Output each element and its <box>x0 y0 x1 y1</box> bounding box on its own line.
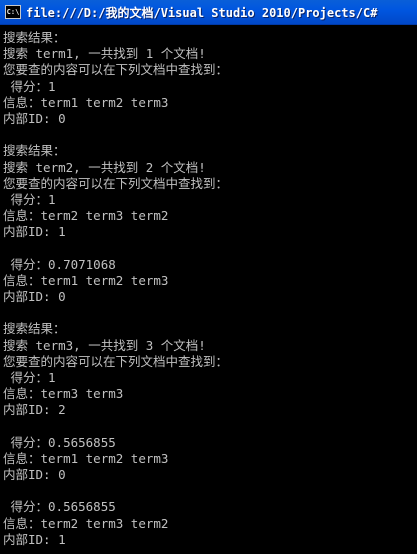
console-line: 内部ID: 0 <box>3 467 66 483</box>
console-line: 信息：term1 term2 term3 <box>3 94 169 110</box>
console-line: 信息：term1 term2 term3 <box>3 272 169 288</box>
console-line: 您要查的内容可以在下列文档中查找到： <box>3 175 229 191</box>
title-bar[interactable]: C:\ file:///D:/我的文档/Visual Studio 2010/P… <box>0 0 417 25</box>
console-line: 内部ID: 0 <box>3 110 66 126</box>
console-line: 搜索 term1, 一共找到 1 个文档! <box>3 46 206 62</box>
console-line: 搜索结果： <box>3 30 66 45</box>
console-line: 内部ID: 0 <box>3 289 66 304</box>
console-line: 得分：1 <box>3 191 56 207</box>
console-line: 搜索 term2, 一共找到 2 个文档! <box>3 159 206 175</box>
console-line: 内部ID: 1 <box>3 531 66 547</box>
console-line: 信息：term3 term3 <box>3 386 124 402</box>
console-line: 得分：0.7071068 <box>3 256 116 272</box>
console-line: 得分：1 <box>3 78 56 94</box>
console-line: 得分：0.5656855 <box>3 499 116 515</box>
console-line: 您要查的内容可以在下列文档中查找到： <box>3 62 229 78</box>
console-window: C:\ file:///D:/我的文档/Visual Studio 2010/P… <box>0 0 417 554</box>
console-output: 搜索结果： 搜索 term1, 一共找到 1 个文档! 您要查的内容可以在下列文档中… <box>3 30 417 554</box>
console-line: 您要查的内容可以在下列文档中查找到： <box>3 353 229 369</box>
console-line: 得分：0.5656855 <box>3 434 116 450</box>
console-line: 搜索结果： <box>3 143 66 159</box>
console-line: 搜索结果： <box>3 321 66 337</box>
console-line: 搜索 term3, 一共找到 3 个文档! <box>3 337 206 353</box>
console-line: 内部ID: 2 <box>3 402 66 418</box>
console-line: 内部ID: 1 <box>3 224 66 240</box>
console-line: 信息：term2 term3 term2 <box>3 208 169 224</box>
console-line: 信息：term1 term2 term3 <box>3 450 169 466</box>
console-line: 信息：term2 term3 term2 <box>3 515 169 531</box>
console-line: 得分：1 <box>3 369 56 385</box>
console-icon[interactable]: C:\ <box>5 5 21 19</box>
window-title: file:///D:/我的文档/Visual Studio 2010/Proje… <box>26 5 378 20</box>
